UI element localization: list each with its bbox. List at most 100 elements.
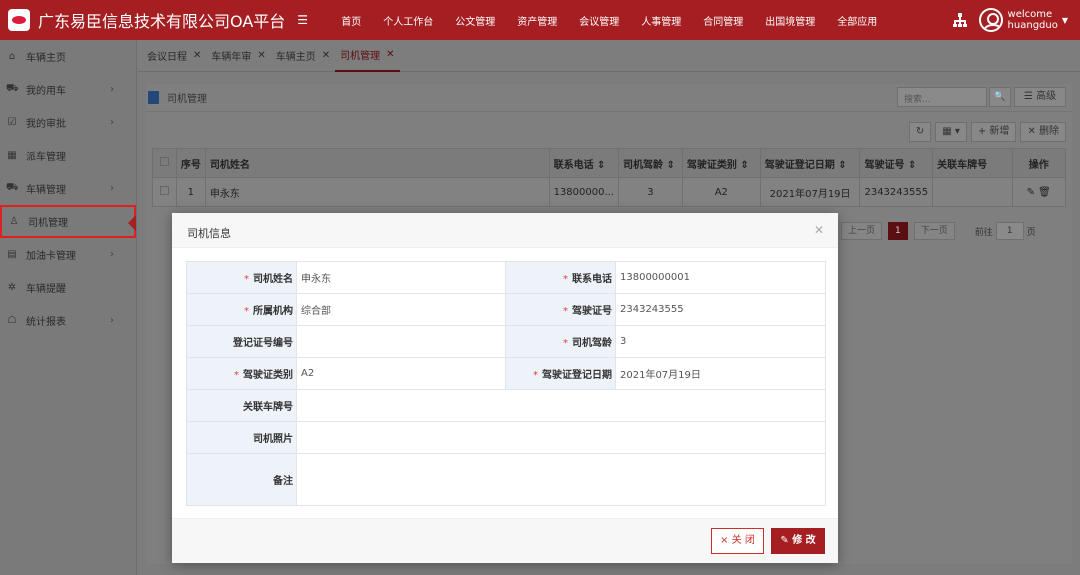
driver-info-form: * 司机姓名 申永东 * 联系电话 13800000001 * 所属机构 综合部 * 驾…: [186, 261, 826, 506]
reg-no-label: 登记证号编号: [186, 325, 297, 358]
sidebar-item-my-approval[interactable]: ☑ 我的审批 ›: [0, 106, 136, 139]
form-row: 司机照片: [186, 421, 826, 454]
list-toolbar: ↻ ▦ ▾ + 新增 ✕ 删除: [905, 122, 1066, 142]
table-row[interactable]: 1 申永东 13800000... 3 A2 2021年07月19日 23432…: [152, 177, 1067, 207]
license-no-label: * 驾驶证号: [505, 293, 616, 326]
org-chart-icon[interactable]: [952, 13, 967, 27]
driving-age-value: 3: [615, 325, 826, 358]
goto-prefix: 前往: [974, 227, 993, 238]
user-menu-caret-icon[interactable]: ▼: [1062, 16, 1068, 25]
close-icon[interactable]: ✕: [814, 223, 824, 237]
nav-contracts[interactable]: 合同管理: [692, 13, 754, 28]
sidebar-item-fuel-card[interactable]: ▤ 加油卡管理 ›: [0, 238, 136, 271]
driving-age-label: * 司机驾龄: [505, 325, 616, 358]
search-input[interactable]: 搜索...: [897, 87, 987, 107]
sidebar-item-reminder[interactable]: ✲ 车辆提醒: [0, 271, 136, 304]
chevron-right-icon: ›: [110, 315, 114, 326]
table-header-row: 序号 司机姓名 联系电话 ⇕ 司机驾龄 ⇕ 驾驶证类别 ⇕ 驾驶证登记日期 ⇕ …: [152, 148, 1067, 178]
close-icon[interactable]: ✕: [322, 50, 330, 61]
col-header: 关联车牌号: [932, 148, 1013, 178]
cell-license-no: 2343243555: [859, 177, 934, 207]
nav-home[interactable]: 首页: [321, 13, 372, 28]
goto-page-input[interactable]: 1: [995, 222, 1024, 240]
sidebar-item-label: 车辆管理: [26, 185, 66, 196]
sidebar-item-my-vehicle[interactable]: ⛟ 我的用车 ›: [0, 73, 136, 106]
org-value: 综合部: [296, 293, 506, 326]
nav-workbench[interactable]: 个人工作台: [372, 13, 444, 28]
sidebar-item-vehicle-home[interactable]: ⌂ 车辆主页: [0, 40, 136, 73]
nav-all-apps[interactable]: 全部应用: [826, 13, 888, 28]
select-all-checkbox[interactable]: [152, 148, 177, 178]
page-number-current[interactable]: 1: [888, 222, 908, 240]
top-bar: 广东易臣信息技术有限公司OA平台 ☰ 首页 个人工作台 公文管理 资产管理 会议…: [0, 0, 1080, 40]
nav-meetings[interactable]: 会议管理: [568, 13, 630, 28]
user-greeting[interactable]: welcome huangduo: [1008, 9, 1058, 31]
form-row: 登记证号编号 * 司机驾龄 3: [186, 325, 826, 358]
welcome-text: welcome: [1007, 9, 1053, 20]
sidebar-item-reports[interactable]: ☖ 统计报表 ›: [0, 304, 136, 337]
delete-button[interactable]: ✕ 删除: [1020, 122, 1066, 142]
next-page-button[interactable]: 下一页: [913, 222, 955, 240]
prev-page-button[interactable]: 上一页: [841, 222, 883, 240]
col-header-sortable[interactable]: 司机驾龄 ⇕: [618, 148, 683, 178]
cell-plate: [932, 177, 1013, 207]
chevron-right-icon: ›: [110, 249, 114, 260]
close-icon[interactable]: ✕: [386, 49, 394, 60]
dialog-header: 司机信息 ✕: [172, 213, 838, 248]
tab-annual-inspection[interactable]: 车辆年审 ✕: [206, 40, 270, 72]
nav-travel[interactable]: 出国境管理: [754, 13, 826, 28]
avatar[interactable]: [978, 8, 1003, 32]
sidebar-item-driver-manage[interactable]: ♙ 司机管理: [0, 205, 136, 238]
tab-driver-manage[interactable]: 司机管理 ✕: [335, 40, 400, 72]
remark-value: [296, 453, 826, 506]
sidebar-item-label: 派车管理: [26, 152, 66, 163]
tab-meeting-schedule[interactable]: 会议日程 ✕: [142, 40, 206, 72]
close-button[interactable]: × 关 闭: [711, 528, 764, 554]
sidebar-item-label: 加油卡管理: [26, 251, 76, 262]
tab-label: 司机管理: [340, 51, 381, 62]
sidebar-item-dispatch[interactable]: ▦ 派车管理: [0, 139, 136, 172]
dispatch-icon: ▦: [7, 150, 17, 161]
col-header: 序号: [175, 148, 206, 178]
top-nav: 首页 个人工作台 公文管理 资产管理 会议管理 人事管理 合同管理 出国境管理 …: [321, 13, 888, 28]
tab-label: 会议日程: [147, 52, 187, 63]
cell-index: 1: [175, 177, 206, 207]
add-button[interactable]: + 新增: [970, 122, 1017, 142]
search-icon[interactable]: 🔍: [989, 87, 1011, 107]
nav-hr[interactable]: 人事管理: [630, 13, 692, 28]
columns-button[interactable]: ▦ ▾: [935, 122, 967, 142]
row-checkbox[interactable]: [152, 177, 177, 207]
nav-assets[interactable]: 资产管理: [506, 13, 568, 28]
col-header-sortable[interactable]: 联系电话 ⇕: [548, 148, 620, 178]
close-icon[interactable]: ✕: [257, 50, 265, 61]
tab-vehicle-home[interactable]: 车辆主页 ✕: [271, 40, 335, 72]
license-type-label: * 驾驶证类别: [186, 357, 297, 390]
logo-icon: [8, 9, 30, 31]
card-icon: ▤: [7, 249, 17, 260]
sidebar-item-label: 车辆主页: [26, 53, 66, 64]
col-header-sortable[interactable]: 驾驶证号 ⇕: [859, 148, 934, 178]
sidebar-item-label: 统计报表: [26, 317, 66, 328]
nav-documents[interactable]: 公文管理: [444, 13, 506, 28]
cell-license-type: A2: [681, 177, 761, 207]
menu-toggle-icon[interactable]: ☰: [297, 13, 311, 27]
tab-label: 车辆主页: [275, 52, 316, 63]
tab-bar: 会议日程 ✕ 车辆年审 ✕ 车辆主页 ✕ 司机管理 ✕: [138, 40, 1080, 72]
col-header: 司机姓名: [204, 148, 550, 178]
car-icon: ⛟: [6, 83, 19, 94]
chevron-right-icon: ›: [110, 84, 114, 95]
driver-table: 序号 司机姓名 联系电话 ⇕ 司机驾龄 ⇕ 驾驶证类别 ⇕ 驾驶证登记日期 ⇕ …: [152, 148, 1067, 207]
sidebar-item-vehicle-manage[interactable]: ⛟ 车辆管理 ›: [0, 172, 136, 205]
row-actions[interactable]: ✎ 🗑: [1011, 177, 1067, 207]
pagination: 上一页 1 下一页 前往 1 页: [841, 222, 1036, 240]
checkbox-icon: ☑: [7, 117, 17, 128]
cell-driving-age: 3: [618, 177, 683, 207]
col-header-sortable[interactable]: 驾驶证类别 ⇕: [681, 148, 761, 178]
edit-button[interactable]: ✎ 修 改: [771, 528, 825, 554]
plate-value: [296, 389, 826, 422]
advanced-search-button[interactable]: ☰ 高级: [1014, 87, 1066, 107]
license-type-value: A2: [296, 357, 506, 390]
close-icon[interactable]: ✕: [193, 50, 201, 61]
refresh-icon[interactable]: ↻: [908, 122, 932, 142]
col-header-sortable[interactable]: 驾驶证登记日期 ⇕: [759, 148, 861, 178]
